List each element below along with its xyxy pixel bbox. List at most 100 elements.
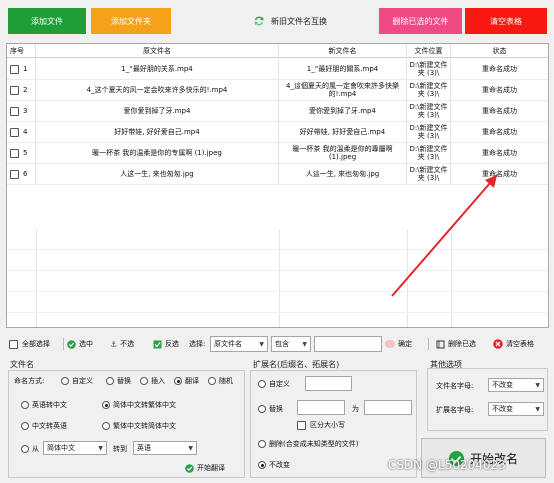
confirm-button[interactable]: 确定 — [385, 336, 412, 352]
select-all-box[interactable] — [9, 339, 18, 349]
swap-icon — [253, 15, 265, 27]
selection-bar: 全部选择 选中 ⚓ 不选 反选 选择: 原文件名▼ 包含▼ 确定 删除已选 — [6, 336, 549, 352]
add-folder-button[interactable]: 添加文件夹 — [91, 8, 171, 34]
row-index: 4 — [7, 122, 36, 142]
row-checkbox[interactable] — [10, 106, 19, 116]
status-cell: 重命名成功 — [482, 128, 517, 136]
unselect-button[interactable]: ⚓ 不选 — [110, 336, 134, 352]
invert-selection-button[interactable]: 反选 — [153, 336, 179, 352]
location-cell: D:\新建文件夹 (3)\ — [407, 101, 451, 121]
original-name-cell: 1_“最好朋的关系.mp4 — [36, 59, 279, 79]
row-checkbox[interactable] — [10, 127, 19, 137]
row-checkbox[interactable] — [10, 64, 19, 74]
new-name-cell: 愛你愛到掉了牙.mp4 — [279, 101, 407, 121]
option-simp-to-trad-radio[interactable]: 简体中文转繁体中文 — [102, 400, 176, 410]
row-checkbox[interactable] — [10, 85, 19, 95]
chevron-down-icon: ▼ — [98, 444, 103, 452]
header-original-name: 原文件名 — [36, 44, 279, 57]
ext-custom-radio[interactable]: 自定义 — [258, 379, 290, 389]
chevron-down-icon: ▼ — [259, 340, 264, 348]
swap-names-button[interactable]: 新旧文件名互换 — [232, 8, 348, 34]
original-name-cell: 好好带娃, 好好爱自己.mp4 — [36, 122, 279, 142]
new-name-cell: 4_這個夏天的風一定會吹來許多快樂的!.mp4 — [279, 80, 407, 100]
check-circle-icon — [67, 339, 76, 349]
row-checkbox[interactable] — [10, 169, 19, 179]
status-cell: 重命名成功 — [482, 170, 517, 178]
delete-selected-button[interactable]: 删除已选 — [436, 336, 476, 352]
option-en-to-zh-radio[interactable]: 英语转中文 — [21, 400, 67, 410]
match-mode-dropdown[interactable]: 包含 ▼ — [271, 336, 311, 352]
mode-insert-radio[interactable]: 插入 — [140, 376, 165, 386]
original-name-cell: 爱你爱到掉了牙.mp4 — [36, 101, 279, 121]
location-cell: D:\新建文件夹 (3)\ — [407, 80, 451, 100]
select-field-dropdown[interactable]: 原文件名 ▼ — [210, 336, 268, 352]
to-language-dropdown[interactable]: 英语 ▼ — [133, 441, 197, 455]
chevron-down-icon: ▼ — [535, 405, 540, 413]
mode-custom-radio[interactable]: 自定义 — [61, 376, 93, 386]
trash-icon — [436, 340, 445, 348]
chevron-down-icon: ▼ — [188, 444, 193, 452]
table-row[interactable]: 1 1_“最好朋的关系.mp4 1_“最好朋的關系.mp4 D:\新建文件夹 (… — [7, 59, 548, 80]
invert-icon — [153, 340, 162, 348]
mode-replace-radio[interactable]: 替换 — [106, 376, 131, 386]
status-cell: 重命名成功 — [482, 65, 517, 73]
ext-replace-from-input[interactable] — [297, 400, 345, 415]
row-index: 2 — [7, 80, 36, 100]
start-translate-button[interactable]: 开始翻译 — [185, 463, 225, 473]
check-circle-icon — [185, 463, 194, 473]
watermark: CSDN @L50204023 — [388, 458, 506, 472]
row-index: 3 — [7, 101, 36, 121]
status-cell: 重命名成功 — [482, 86, 517, 94]
original-name-cell: 暖一杯茶 我的温柔是你的专属啊 (1).jpeg — [36, 143, 279, 163]
match-text-input[interactable] — [314, 336, 382, 352]
mode-random-radio[interactable]: 随机 — [208, 376, 233, 386]
from-language-dropdown[interactable]: 简体中文 ▼ — [43, 441, 107, 455]
delete-selected-files-button[interactable]: 删除已选的文件 — [379, 8, 462, 34]
select-button[interactable]: 选中 — [67, 336, 93, 352]
location-cell: D:\新建文件夹 (3)\ — [407, 143, 451, 163]
table-row[interactable]: 6 人这一生, 来也匆匆.jpg 人這一生, 來也匆匆.jpg D:\新建文件夹… — [7, 164, 548, 185]
name-case-dropdown[interactable]: 不改变 ▼ — [488, 378, 544, 392]
option-from-radio[interactable]: 从 — [21, 444, 39, 454]
ext-replace-radio[interactable]: 替换 — [258, 404, 283, 414]
header-status: 状态 — [492, 46, 507, 55]
table-row[interactable]: 4 好好带娃, 好好爱自己.mp4 好好帶娃, 好好愛自己.mp4 D:\新建文… — [7, 122, 548, 143]
location-cell: D:\新建文件夹 (3)\ — [407, 59, 451, 79]
table-row[interactable]: 3 爱你爱到掉了牙.mp4 愛你愛到掉了牙.mp4 D:\新建文件夹 (3)\ … — [7, 101, 548, 122]
chevron-down-icon: ▼ — [302, 340, 307, 348]
option-zh-to-en-radio[interactable]: 中文转英语 — [21, 421, 67, 431]
case-sensitive-checkbox[interactable]: 区分大小写 — [297, 420, 345, 430]
to-label: 转到 — [113, 445, 127, 453]
clear-table-small-button[interactable]: 清空表格 — [493, 336, 534, 352]
status-cell: 重命名成功 — [482, 149, 517, 157]
ext-unchanged-radio[interactable]: 不改变 — [258, 460, 290, 470]
header-new-name: 新文件名 — [279, 44, 407, 57]
ext-delete-radio[interactable]: 删除(合变成未知类型的文件) — [258, 439, 358, 449]
filename-panel-title: 文件名 — [10, 360, 34, 369]
swap-names-label: 新旧文件名互换 — [271, 16, 327, 26]
row-checkbox[interactable] — [10, 148, 19, 158]
anchor-icon: ⚓ — [110, 339, 118, 349]
row-index: 5 — [7, 143, 36, 163]
header-index: 序号 — [7, 44, 36, 57]
chevron-down-icon: ▼ — [535, 381, 540, 389]
option-trad-to-simp-radio[interactable]: 繁体中文转简体中文 — [102, 421, 176, 431]
table-row[interactable]: 5 暖一杯茶 我的温柔是你的专属啊 (1).jpeg 暖一杯茶 我的溫柔是你的專… — [7, 143, 548, 164]
table-empty-area — [7, 229, 548, 327]
ext-custom-input[interactable] — [305, 376, 352, 391]
clear-table-button[interactable]: 清空表格 — [465, 8, 547, 34]
select-label: 选择: — [189, 340, 206, 348]
mode-translate-radio[interactable]: 翻译 — [174, 376, 199, 386]
select-all-checkbox[interactable]: 全部选择 — [9, 336, 50, 352]
original-name-cell: 人这一生, 来也匆匆.jpg — [36, 164, 279, 184]
ext-case-dropdown[interactable]: 不改变 ▼ — [488, 402, 544, 416]
ext-replace-to-input[interactable] — [364, 400, 412, 415]
add-files-button[interactable]: 添加文件 — [8, 8, 86, 34]
filename-panel: 命名方式: 自定义 替换 插入 翻译 随机 英语转中文 简体中文转繁体中文 中文… — [8, 370, 245, 478]
location-cell: D:\新建文件夹 (3)\ — [407, 164, 451, 184]
close-circle-icon — [493, 339, 503, 349]
ext-replace-with-label: 为 — [352, 405, 359, 413]
table-header: 序号 原文件名 新文件名 文件位置 状态 — [7, 44, 548, 58]
table-row[interactable]: 2 4_这个夏天的风一定会吹来许多快乐的!.mp4 4_這個夏天的風一定會吹來許… — [7, 80, 548, 101]
new-name-cell: 人這一生, 來也匆匆.jpg — [279, 164, 407, 184]
